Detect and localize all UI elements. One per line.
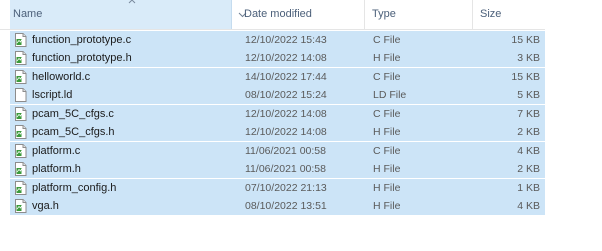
file-name: pcam_5C_cfgs.c	[32, 107, 114, 120]
source-file-icon	[14, 33, 27, 47]
file-type: H File	[373, 163, 401, 176]
file-row[interactable]: platform.h 11/06/2021 00:58 H File 2 KB	[10, 160, 545, 179]
file-date-modified: 08/10/2022 13:51	[245, 200, 327, 213]
file-type: H File	[373, 181, 401, 194]
file-row[interactable]: platform_config.h 07/10/2022 21:13 H File 1…	[10, 178, 545, 197]
source-file-icon	[14, 106, 27, 121]
blank-file-icon	[14, 88, 27, 103]
file-date-modified: 14/10/2022 17:44	[245, 70, 327, 83]
file-name: vga.h	[32, 200, 59, 213]
source-file-icon	[14, 180, 27, 195]
file-type: C File	[373, 107, 401, 120]
type-column-label: Type	[372, 8, 396, 20]
file-date-modified: 08/10/2022 15:24	[245, 89, 327, 102]
file-date-modified: 12/10/2022 14:08	[245, 126, 327, 139]
file-size: 4 KB	[517, 144, 540, 157]
file-name: function_prototype.h	[32, 52, 132, 65]
file-date-modified: 12/10/2022 14:08	[245, 52, 327, 65]
file-size: 3 KB	[517, 52, 540, 65]
file-row[interactable]: function_prototype.c 12/10/2022 15:43 C Fi…	[10, 31, 545, 49]
date-modified-column-label: Date modified	[244, 8, 312, 20]
file-date-modified: 12/10/2022 14:08	[245, 107, 327, 120]
source-file-icon	[14, 162, 27, 177]
file-list: function_prototype.c 12/10/2022 15:43 C Fi…	[10, 31, 545, 216]
column-header-bar: Name Date modified Type Size	[0, 0, 545, 30]
file-row[interactable]: vga.h 08/10/2022 13:51 H File 4 KB	[10, 197, 545, 216]
source-file-icon	[14, 51, 27, 66]
date-modified-column-header[interactable]: Date modified	[240, 0, 365, 29]
sort-ascending-icon	[128, 0, 136, 4]
file-date-modified: 11/06/2021 00:58	[245, 163, 326, 176]
file-size: 7 KB	[517, 107, 540, 120]
name-column-header[interactable]: Name	[10, 0, 247, 29]
file-name: function_prototype.c	[32, 34, 132, 46]
file-size: 4 KB	[517, 200, 540, 213]
file-row[interactable]: pcam_5C_cfgs.h 12/10/2022 14:08 H File 2 KB	[10, 123, 545, 142]
file-size: 15 KB	[511, 70, 540, 83]
file-name: platform_config.h	[32, 181, 117, 194]
file-row[interactable]: platform.c 11/06/2021 00:58 C File 4 KB	[10, 141, 545, 160]
file-name: lscript.ld	[32, 89, 73, 102]
file-size: 15 KB	[511, 34, 540, 46]
file-type: C File	[373, 144, 401, 157]
file-name: platform.h	[32, 163, 81, 176]
file-size: 1 KB	[517, 181, 540, 194]
name-column-label: Name	[13, 8, 43, 20]
source-file-icon	[14, 143, 27, 158]
file-type: H File	[373, 200, 401, 213]
file-type: LD File	[373, 89, 407, 102]
source-file-icon	[14, 69, 27, 84]
file-row[interactable]: helloworld.c 14/10/2022 17:44 C File 15 KB	[10, 67, 545, 86]
file-type: H File	[373, 126, 401, 139]
size-column-header[interactable]: Size	[474, 0, 544, 29]
file-date-modified: 07/10/2022 21:13	[245, 181, 327, 194]
size-column-label: Size	[480, 8, 502, 20]
file-type: C File	[373, 70, 401, 83]
file-type: C File	[373, 34, 401, 46]
file-size: 2 KB	[517, 163, 540, 176]
file-size: 2 KB	[517, 126, 540, 139]
file-date-modified: 11/06/2021 00:58	[245, 144, 326, 157]
file-name: platform.c	[32, 144, 81, 157]
file-type: H File	[373, 52, 401, 65]
source-file-icon	[14, 125, 27, 140]
source-file-icon	[14, 199, 27, 214]
file-row[interactable]: lscript.ld 08/10/2022 15:24 LD File 5 KB	[10, 86, 545, 105]
type-column-header[interactable]: Type	[366, 0, 473, 29]
file-size: 5 KB	[517, 89, 540, 102]
file-row[interactable]: function_prototype.h 12/10/2022 14:08 H Fi…	[10, 49, 545, 68]
file-date-modified: 12/10/2022 15:43	[245, 34, 327, 46]
file-row[interactable]: pcam_5C_cfgs.c 12/10/2022 14:08 C File 7 KB	[10, 104, 545, 123]
file-name: pcam_5C_cfgs.h	[32, 126, 115, 139]
file-name: helloworld.c	[32, 70, 91, 83]
